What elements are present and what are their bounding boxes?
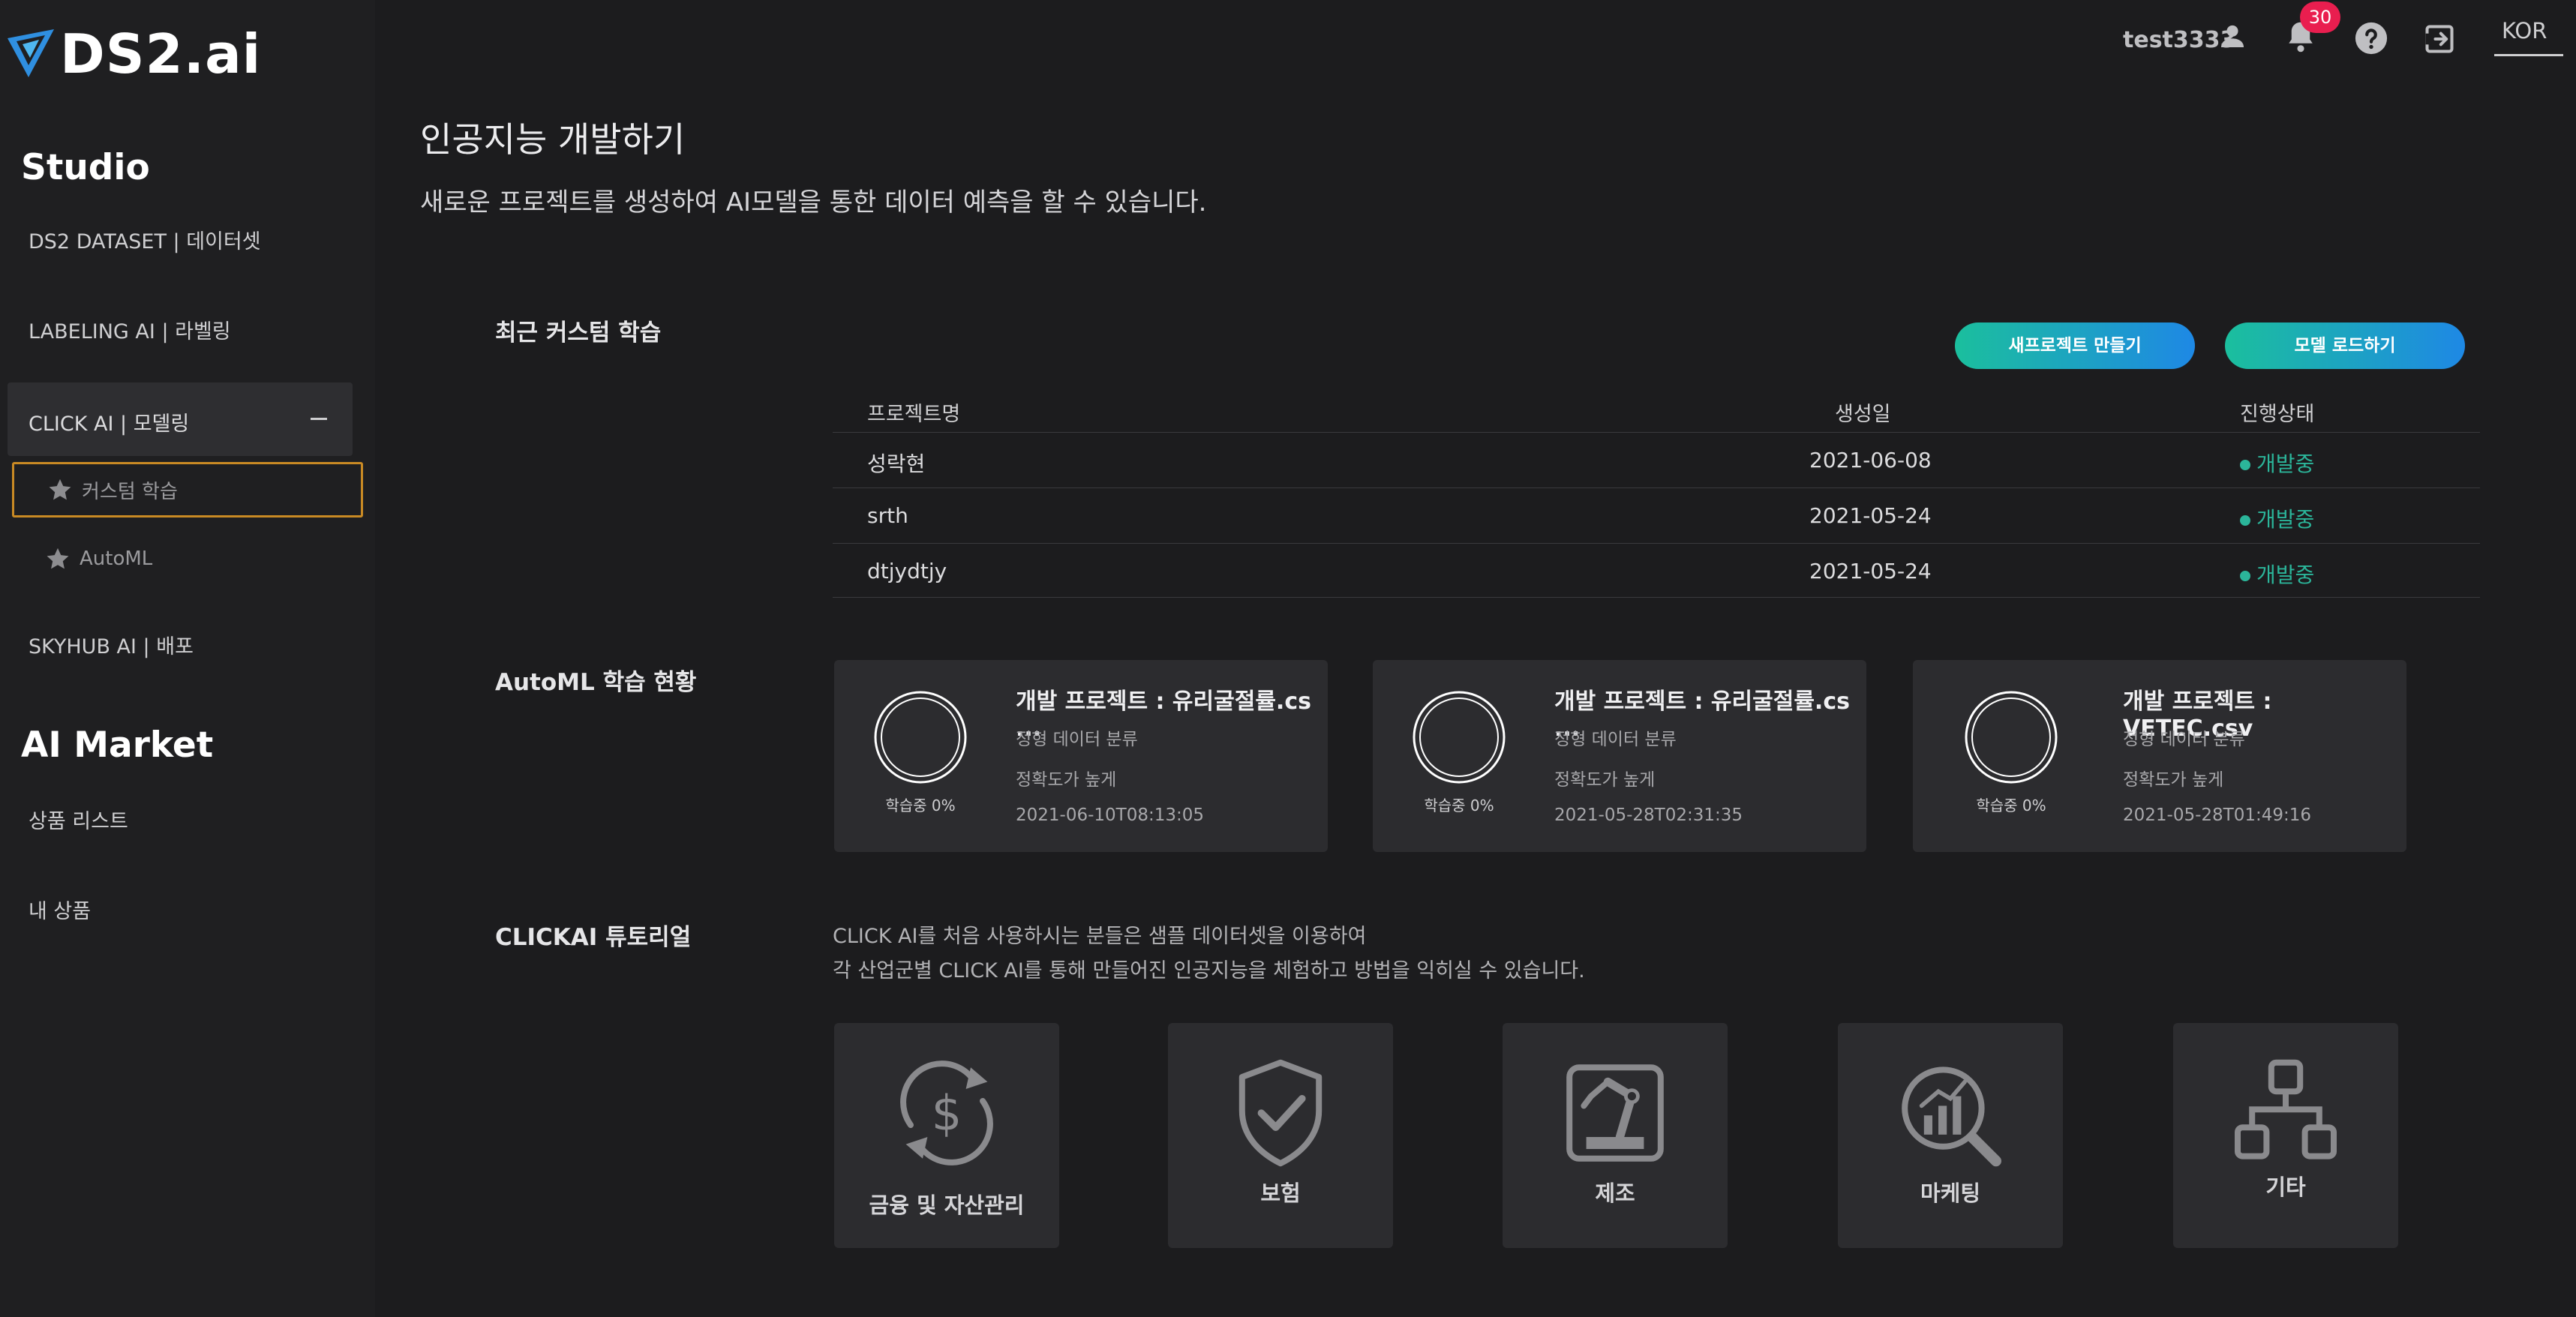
status-dot-icon — [2240, 571, 2250, 581]
tutorial-tile-finance[interactable]: $ 금융 및 자산관리 — [834, 1023, 1059, 1248]
created-date: 2021-06-08 — [1809, 448, 1932, 472]
table-divider — [833, 597, 2480, 598]
sidebar: DS2.ai Studio DS2 DATASET | 데이터셋 LABELIN… — [0, 0, 375, 1317]
card-type: 정형 데이터 분류 — [1554, 730, 1677, 749]
star-icon — [49, 478, 71, 500]
tutorial-description-line1: CLICK AI를 처음 사용하시는 분들은 샘플 데이터셋을 이용하여 — [833, 925, 1367, 948]
sidebar-item-ds2-dataset[interactable]: DS2 DATASET | 데이터셋 — [29, 225, 261, 254]
automl-card[interactable]: 학습중 0% 개발 프로젝트 : 유리굴절률.cs ... 정형 데이터 분류 … — [1373, 660, 1866, 852]
created-date: 2021-05-24 — [1809, 503, 1932, 528]
automl-card[interactable]: 학습중 0% 개발 프로젝트 : VETEC.csv 정형 데이터 분류 정확도… — [1913, 660, 2406, 852]
sidebar-item-labeling-ai[interactable]: LABELING AI | 라벨링 — [29, 315, 231, 344]
automl-status-label: AutoML 학습 현황 — [495, 669, 697, 696]
status-badge: 개발중 — [2240, 559, 2314, 589]
brand-name: DS2.ai — [60, 22, 262, 86]
table-row[interactable]: srth 2021-05-24 개발중 — [833, 488, 2480, 544]
card-timestamp: 2021-05-28T02:31:35 — [1554, 806, 1743, 825]
sidebar-item-product-list[interactable]: 상품 리스트 — [29, 805, 128, 834]
dollar-cycle-icon: $ — [900, 1060, 993, 1166]
new-project-button[interactable]: 새프로젝트 만들기 — [1955, 322, 2195, 369]
table-row[interactable]: dtjydtjy 2021-05-24 개발중 — [833, 543, 2480, 599]
logo-mark-icon — [8, 29, 54, 77]
sidebar-subitem-automl[interactable]: AutoML — [12, 531, 363, 586]
star-icon — [47, 548, 69, 569]
card-type: 정형 데이터 분류 — [1016, 730, 1138, 749]
card-timestamp: 2021-06-10T08:13:05 — [1016, 806, 1205, 825]
sidebar-item-label: CLICK AI | 모델링 — [29, 412, 190, 436]
notification-badge: 30 — [2300, 2, 2340, 33]
sidebar-subitem-label: AutoML — [80, 548, 153, 570]
brand-logo[interactable]: DS2.ai — [6, 22, 261, 86]
status-label: 개발중 — [2256, 562, 2315, 587]
status-badge: 개발중 — [2240, 503, 2314, 533]
card-goal: 정확도가 높게 — [2123, 770, 2224, 790]
chart-magnifier-icon — [1902, 1066, 2001, 1167]
project-name: srth — [867, 503, 908, 528]
tile-label: 보험 — [1260, 1180, 1301, 1206]
studio-section-title: Studio — [21, 147, 150, 188]
column-header-project-name: 프로젝트명 — [867, 403, 961, 426]
tutorial-tile-other[interactable]: 기타 — [2173, 1023, 2398, 1248]
card-timestamp: 2021-05-28T01:49:16 — [2123, 806, 2312, 825]
language-selector[interactable]: KOR — [2502, 18, 2547, 44]
status-badge: 개발중 — [2240, 448, 2314, 478]
recent-custom-training-label: 최근 커스텀 학습 — [495, 320, 662, 346]
card-goal: 정확도가 높게 — [1554, 770, 1656, 790]
status-label: 개발중 — [2256, 507, 2315, 532]
page-title: 인공지능 개발하기 — [420, 119, 686, 160]
column-header-created-date: 생성일 — [1835, 403, 1891, 426]
sidebar-item-skyhub-ai[interactable]: SKYHUB AI | 배포 — [29, 630, 194, 659]
page-description: 새로운 프로젝트를 생성하여 AI모델을 통한 데이터 예측을 할 수 있습니다… — [420, 188, 1207, 218]
tile-label: 기타 — [2265, 1174, 2306, 1200]
sidebar-subitem-custom-training[interactable]: 커스텀 학습 — [12, 462, 363, 518]
automl-card[interactable]: 학습중 0% 개발 프로젝트 : 유리굴절률.cs ... 정형 데이터 분류 … — [834, 660, 1328, 852]
tile-label: 마케팅 — [1920, 1180, 1981, 1206]
tile-label: 제조 — [1595, 1180, 1635, 1206]
tutorial-tile-insurance[interactable]: 보험 — [1168, 1023, 1393, 1248]
progress-ring — [874, 691, 967, 784]
project-name: 성락현 — [867, 452, 926, 476]
created-date: 2021-05-24 — [1809, 559, 1932, 584]
sidebar-subitem-label: 커스텀 학습 — [82, 480, 178, 503]
progress-ring — [1413, 691, 1506, 784]
tutorial-description-line2: 각 산업군별 CLICK AI를 통해 만들어진 인공지능을 체험하고 방법을 … — [833, 959, 1585, 982]
hierarchy-icon — [2235, 1059, 2337, 1160]
card-type: 정형 데이터 분류 — [2123, 730, 2245, 749]
shield-check-icon — [1238, 1059, 1323, 1167]
sidebar-item-my-products[interactable]: 내 상품 — [29, 895, 91, 924]
table-row[interactable]: 성락현 2021-06-08 개발중 — [833, 432, 2480, 488]
tutorial-tile-marketing[interactable]: 마케팅 — [1838, 1023, 2063, 1248]
project-name: dtjydtjy — [867, 559, 947, 584]
status-dot-icon — [2240, 460, 2250, 470]
load-model-button[interactable]: 모델 로드하기 — [2225, 322, 2465, 369]
logout-icon[interactable] — [2423, 22, 2456, 56]
progress-label: 학습중 0% — [1976, 796, 2046, 814]
progress-label: 학습중 0% — [1424, 796, 1494, 814]
robot-arm-icon — [1566, 1064, 1664, 1162]
status-dot-icon — [2240, 515, 2250, 526]
sidebar-item-click-ai[interactable]: CLICK AI | 모델링 — [8, 382, 353, 456]
column-header-status: 진행상태 — [2240, 403, 2315, 426]
status-label: 개발중 — [2256, 452, 2315, 476]
card-goal: 정확도가 높게 — [1016, 770, 1117, 790]
tutorial-tile-manufacturing[interactable]: 제조 — [1503, 1023, 1728, 1248]
help-icon[interactable] — [2354, 21, 2388, 56]
progress-ring — [1965, 691, 2058, 784]
tutorial-label: CLICKAI 튜토리얼 — [495, 924, 692, 951]
user-icon[interactable] — [2217, 21, 2247, 51]
progress-label: 학습중 0% — [885, 796, 956, 814]
collapse-icon[interactable] — [311, 418, 327, 420]
svg-text:$: $ — [932, 1086, 962, 1142]
ai-market-section-title: AI Market — [21, 724, 214, 766]
tile-label: 금융 및 자산관리 — [869, 1192, 1025, 1218]
language-underline — [2494, 54, 2563, 56]
